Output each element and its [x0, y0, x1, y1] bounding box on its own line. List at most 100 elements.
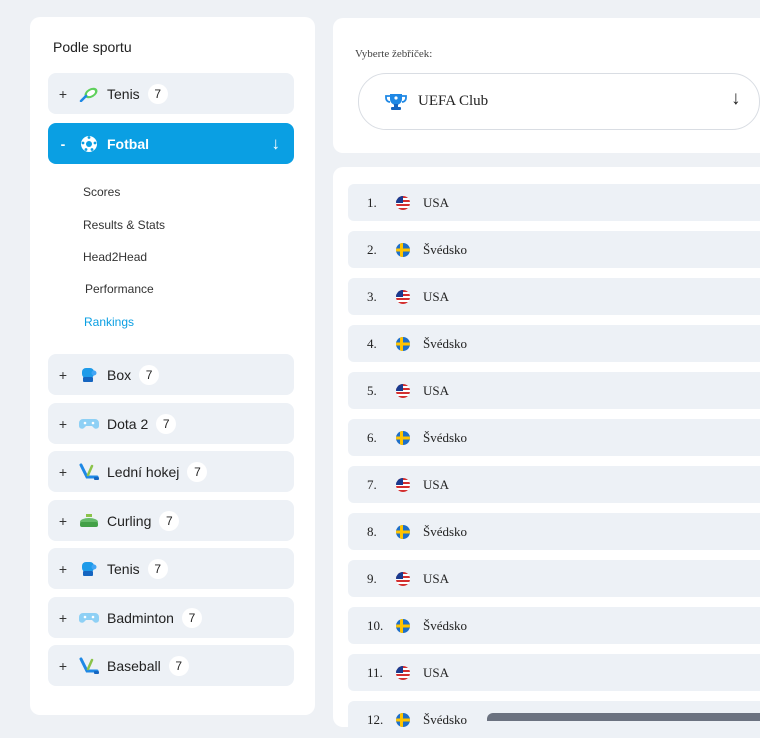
sport-count-badge: 7: [139, 364, 160, 385]
boxing-glove-icon: [78, 560, 100, 578]
ranking-row[interactable]: 7. USA: [348, 466, 760, 503]
country-name: Švédsko: [423, 523, 468, 539]
rankings-list: 1. USA 2. Švédsko 3. USA 4. Švédsko 5. USA 6. Švéds…: [333, 167, 760, 738]
sport-label: Curling: [107, 512, 152, 529]
ranking-row[interactable]: 8. Švédsko: [348, 513, 760, 550]
sport-label: Tenis: [107, 85, 140, 102]
expand-sign: +: [58, 85, 68, 102]
country-name: Švédsko: [423, 429, 468, 445]
country-name: USA: [423, 570, 450, 586]
subnav-results-stats[interactable]: Results & Stats: [83, 218, 165, 232]
sweden-flag-icon: [396, 618, 410, 633]
expand-sign: +: [58, 415, 68, 432]
sport-count-badge: 7: [181, 607, 202, 628]
sweden-flag-icon: [396, 524, 410, 539]
rank-number: 9.: [367, 570, 377, 586]
subnav-head2head[interactable]: Head2Head: [83, 250, 147, 264]
sport-item-dota2[interactable]: + Dota 2 7: [48, 403, 294, 444]
expand-sign: +: [58, 560, 68, 577]
sport-count-badge: 7: [147, 83, 168, 104]
rank-number: 3.: [367, 288, 377, 304]
ranking-row[interactable]: 2. Švédsko: [348, 231, 760, 268]
rank-number: 4.: [367, 335, 377, 351]
arrow-down-icon: ↓: [271, 133, 281, 153]
country-name: Švédsko: [423, 241, 468, 257]
usa-flag-icon: [396, 289, 410, 304]
subnav-scores[interactable]: Scores: [83, 185, 120, 199]
rank-number: 7.: [367, 476, 377, 492]
usa-flag-icon: [396, 195, 410, 210]
rank-number: 11.: [367, 664, 383, 680]
sport-item-tenis-2[interactable]: + Tenis 7: [48, 548, 294, 589]
sport-count-badge: 7: [159, 510, 180, 531]
expand-sign: +: [58, 657, 68, 674]
ranking-row[interactable]: 1. USA: [348, 184, 760, 221]
rank-number: 6.: [367, 429, 377, 445]
ranking-row[interactable]: 6. Švédsko: [348, 419, 760, 456]
ranking-selector-panel: Vyberte žebříček: UEFA Club ↓: [333, 18, 760, 153]
sport-label: Baseball: [107, 657, 161, 674]
sport-label: Box: [107, 366, 132, 383]
sport-count-badge: 7: [168, 655, 189, 676]
subnav-performance[interactable]: Performance: [85, 282, 154, 296]
sport-item-fotbal[interactable]: - Fotbal ↓: [48, 123, 294, 164]
sport-item-tenis[interactable]: + Tenis 7: [48, 73, 294, 114]
usa-flag-icon: [396, 665, 410, 680]
sweden-flag-icon: [396, 242, 410, 257]
country-name: USA: [423, 664, 450, 680]
subnav-rankings[interactable]: Rankings: [84, 315, 134, 329]
rank-number: 1.: [367, 194, 377, 210]
sweden-flag-icon: [396, 430, 410, 445]
ranking-select[interactable]: UEFA Club ↓: [358, 73, 760, 130]
sport-count-badge: 7: [156, 413, 177, 434]
sport-label: Dota 2: [107, 415, 149, 432]
sports-sidebar: Podle sportu + Tenis 7 - Fotbal ↓ Scores…: [30, 17, 315, 715]
sport-count-badge: 7: [187, 461, 208, 482]
rank-number: 10.: [367, 617, 384, 633]
gamepad-icon: [78, 415, 100, 433]
hockey-stick-icon: [78, 463, 100, 481]
sport-label: Lední hokej: [107, 463, 180, 480]
ranking-row[interactable]: 11. USA: [348, 654, 760, 691]
sport-label: Tenis: [107, 560, 140, 577]
boxing-glove-icon: [78, 366, 100, 384]
country-name: USA: [423, 382, 450, 398]
expand-sign: +: [58, 512, 68, 529]
ranking-row[interactable]: 10. Švédsko: [348, 607, 760, 644]
sport-item-ledni-hokej[interactable]: + Lední hokej 7: [48, 451, 294, 492]
trophy-icon: [385, 93, 407, 111]
collapse-sign: -: [60, 135, 66, 152]
sport-label: Fotbal: [107, 135, 149, 152]
sport-item-badminton[interactable]: + Badminton 7: [48, 597, 294, 638]
sweden-flag-icon: [396, 712, 410, 727]
country-name: USA: [423, 288, 450, 304]
rank-number: 2.: [367, 241, 377, 257]
country-name: Švédsko: [423, 335, 468, 351]
ranking-row[interactable]: 4. Švédsko: [348, 325, 760, 362]
rank-number: 8.: [367, 523, 377, 539]
selected-ranking: UEFA Club: [418, 93, 489, 109]
sport-label: Badminton: [107, 609, 174, 626]
selector-label: Vyberte žebříček:: [355, 48, 433, 60]
expand-sign: +: [58, 463, 68, 480]
rank-number: 12.: [367, 711, 384, 727]
sport-item-baseball[interactable]: + Baseball 7: [48, 645, 294, 686]
sweden-flag-icon: [396, 336, 410, 351]
sport-item-box[interactable]: + Box 7: [48, 354, 294, 395]
country-name: USA: [423, 476, 450, 492]
ranking-row[interactable]: 5. USA: [348, 372, 760, 409]
sport-item-curling[interactable]: + Curling 7: [48, 500, 294, 541]
country-name: Švédsko: [423, 617, 468, 633]
expand-sign: +: [58, 609, 68, 626]
ranking-row[interactable]: 9. USA: [348, 560, 760, 597]
usa-flag-icon: [396, 571, 410, 586]
football-icon: [78, 135, 100, 153]
usa-flag-icon: [396, 383, 410, 398]
expand-sign: +: [58, 366, 68, 383]
scrollbar-overlay: [487, 713, 760, 721]
tennis-racket-icon: [78, 85, 100, 103]
ranking-row[interactable]: 3. USA: [348, 278, 760, 315]
usa-flag-icon: [396, 477, 410, 492]
sidebar-title: Podle sportu: [53, 39, 132, 55]
country-name: Švédsko: [423, 711, 468, 727]
